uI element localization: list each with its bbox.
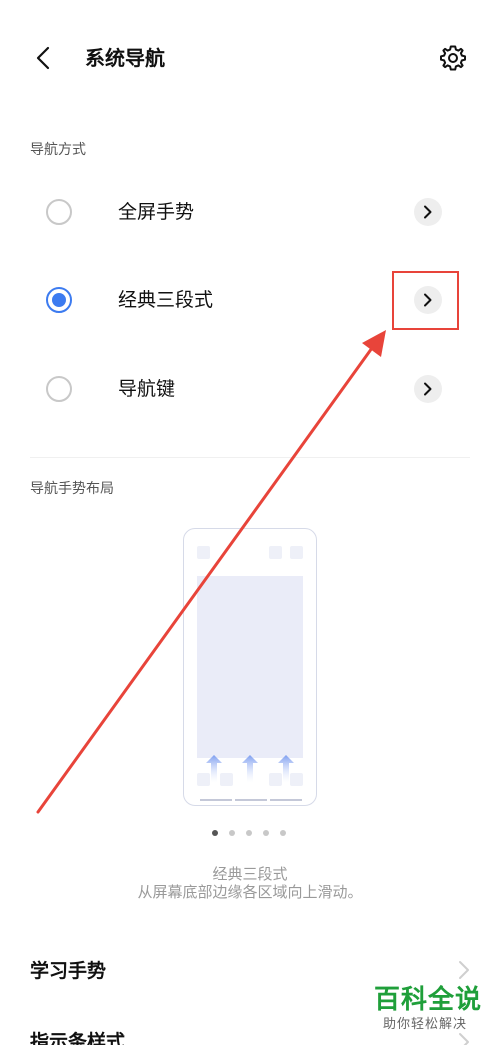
chevron-right-icon[interactable] — [414, 375, 442, 403]
illustration-block — [197, 546, 210, 559]
nav-bar-segment — [235, 799, 267, 801]
list-item-indicator-style[interactable]: 指示条样式 — [30, 1028, 125, 1045]
nav-option-nav-keys[interactable]: 导航键 — [0, 349, 500, 429]
page-title: 系统导航 — [85, 46, 165, 70]
swipe-up-arrows-icon — [206, 755, 294, 783]
nav-bar-segment — [270, 799, 302, 801]
nav-method-section-label: 导航方式 — [30, 142, 86, 158]
page-dot — [246, 830, 252, 836]
nav-bar-segment — [200, 799, 232, 801]
back-icon[interactable] — [28, 42, 60, 74]
option-label: 导航键 — [118, 378, 176, 400]
list-item-learn-gestures[interactable]: 学习手势 — [30, 957, 106, 985]
watermark-tagline: 助你轻松解决 — [383, 1017, 468, 1032]
chevron-right-icon[interactable] — [456, 958, 472, 982]
option-label: 经典三段式 — [118, 289, 214, 311]
radio-button[interactable] — [46, 199, 72, 225]
nav-option-fullscreen-gesture[interactable]: 全屏手势 — [0, 172, 500, 252]
annotation-highlight-box — [392, 271, 459, 330]
gear-icon[interactable] — [437, 42, 469, 74]
page-dot-active — [212, 830, 218, 836]
phone-illustration — [183, 528, 317, 806]
chevron-right-icon[interactable] — [414, 198, 442, 226]
option-label: 全屏手势 — [118, 201, 195, 223]
layout-caption-title: 经典三段式 — [212, 865, 288, 883]
radio-button[interactable] — [46, 376, 72, 402]
gesture-layout-section-label: 导航手势布局 — [30, 481, 114, 497]
page-dot — [263, 830, 269, 836]
page-indicator — [212, 830, 292, 838]
page-dot — [229, 830, 235, 836]
watermark-logo-text: 百科全说 — [374, 985, 483, 1015]
illustration-block — [269, 546, 282, 559]
layout-caption-description: 从屏幕底部边缘各区域向上滑动。 — [137, 883, 363, 901]
page-dot — [280, 830, 286, 836]
illustration-screen — [197, 576, 303, 758]
illustration-block — [290, 546, 303, 559]
radio-button-checked[interactable] — [46, 287, 72, 313]
divider — [30, 457, 470, 458]
